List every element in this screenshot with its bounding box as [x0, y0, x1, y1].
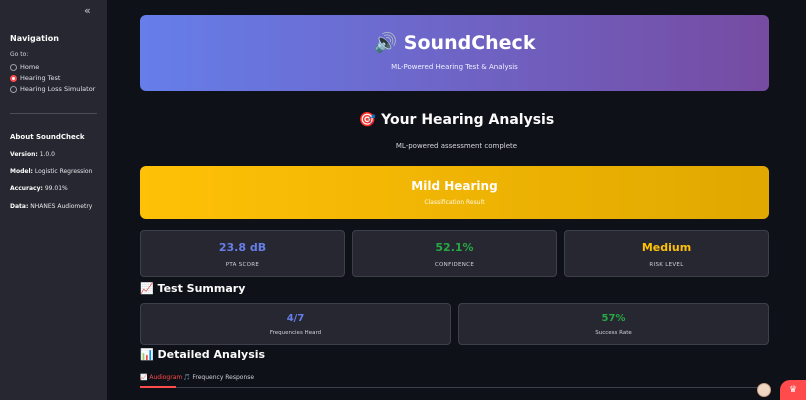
- collapse-sidebar-icon[interactable]: «: [84, 4, 91, 17]
- nav-option-home[interactable]: Home: [10, 63, 39, 71]
- risk-level-card: Medium RISK LEVEL: [564, 230, 769, 277]
- meta-accuracy: Accuracy: 99.01%: [10, 185, 68, 192]
- tab-audiogram[interactable]: 📈 Audiogram: [140, 374, 182, 381]
- sidebar: « Navigation Go to: Home Hearing Test He…: [0, 0, 107, 400]
- navigation-heading: Navigation: [10, 34, 59, 43]
- pta-score-value: 23.8 dB: [218, 241, 267, 254]
- goto-label: Go to:: [10, 51, 29, 58]
- success-rate-card: 57% Success Rate: [458, 303, 769, 345]
- active-tab-indicator: [140, 386, 176, 388]
- app-title: 🔊 SoundCheck: [373, 32, 536, 54]
- about-heading: About SoundCheck: [10, 133, 85, 141]
- app-header-banner: 🔊 SoundCheck ML-Powered Hearing Test & A…: [140, 15, 769, 91]
- classification-value: Mild Hearing: [411, 179, 498, 193]
- success-rate-label: Success Rate: [595, 330, 632, 336]
- classification-label: Classification Result: [424, 199, 485, 206]
- frequencies-heard-card: 4/7 Frequencies Heard: [140, 303, 451, 345]
- analysis-tabs: 📈 Audiogram 🎵 Frequency Response: [140, 372, 769, 388]
- sidebar-divider: [10, 113, 97, 114]
- nav-option-label: Hearing Test: [20, 74, 61, 82]
- pta-score-card: 23.8 dB PTA SCORE: [140, 230, 345, 277]
- pta-score-label: PTA SCORE: [225, 262, 260, 268]
- streamlit-crown-icon[interactable]: ♛: [780, 380, 806, 400]
- nav-option-hearing-loss-simulator[interactable]: Hearing Loss Simulator: [10, 85, 95, 93]
- frequencies-heard-value: 4/7: [286, 313, 305, 324]
- detailed-analysis-heading: 📊 Detailed Analysis: [140, 348, 266, 361]
- risk-level-value: Medium: [641, 241, 692, 254]
- frequencies-heard-label: Frequencies Heard: [269, 330, 322, 336]
- nav-option-hearing-test[interactable]: Hearing Test: [10, 74, 60, 82]
- analysis-subtitle: ML-powered assessment complete: [395, 142, 518, 150]
- avatar[interactable]: [757, 383, 771, 397]
- nav-option-label: Hearing Loss Simulator: [20, 85, 96, 93]
- analysis-title: 🎯 Your Hearing Analysis: [358, 112, 555, 128]
- radio-icon[interactable]: [10, 85, 17, 93]
- confidence-label: CONFIDENCE: [434, 262, 475, 268]
- main-content: 🔊 SoundCheck ML-Powered Hearing Test & A…: [107, 0, 806, 400]
- meta-version: Version: 1.0.0: [10, 151, 55, 158]
- confidence-value: 52.1%: [435, 241, 474, 254]
- risk-level-label: RISK LEVEL: [649, 262, 684, 268]
- meta-data: Data: NHANES Audiometry: [10, 203, 93, 210]
- meta-model: Model: Logistic Regression: [10, 168, 93, 175]
- classification-result-card: Mild Hearing Classification Result: [140, 166, 769, 219]
- confidence-card: 52.1% CONFIDENCE: [352, 230, 557, 277]
- radio-selected-icon[interactable]: [10, 74, 17, 82]
- radio-icon[interactable]: [10, 63, 17, 71]
- nav-option-label: Home: [20, 63, 40, 71]
- test-summary-heading: 📈 Test Summary: [140, 282, 246, 295]
- tab-frequency-response[interactable]: 🎵 Frequency Response: [183, 374, 254, 381]
- app-subtitle: ML-Powered Hearing Test & Analysis: [391, 63, 518, 71]
- success-rate-value: 57%: [601, 313, 626, 324]
